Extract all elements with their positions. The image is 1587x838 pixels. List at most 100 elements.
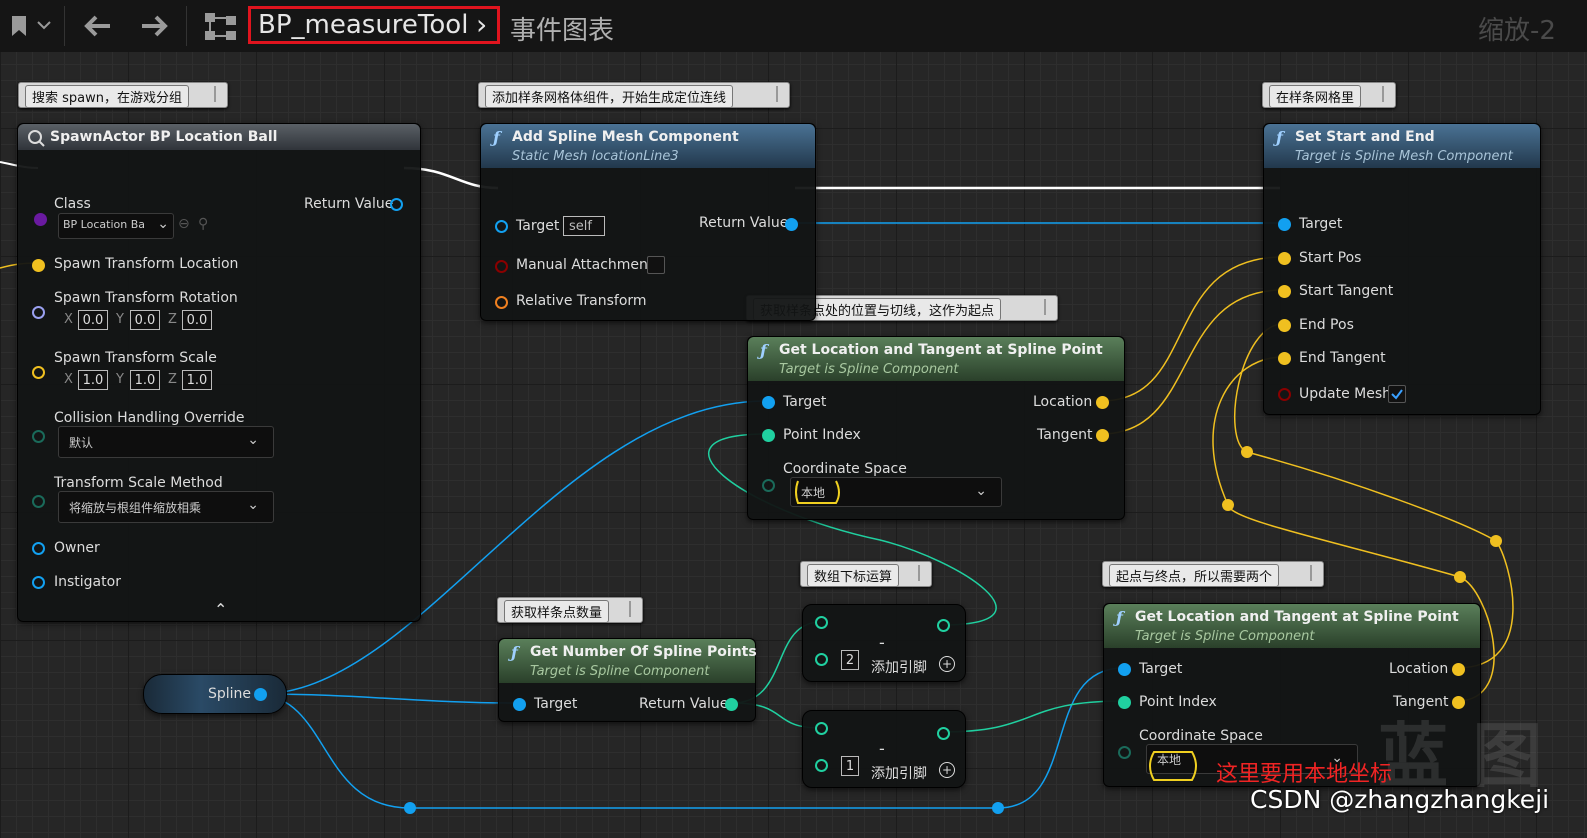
back-arrow-icon[interactable] (82, 12, 112, 40)
coord-space-pin[interactable] (762, 479, 775, 492)
add-pin-icon[interactable]: + (939, 656, 955, 672)
result-pin[interactable] (937, 727, 950, 740)
variable-label: Spline (208, 686, 252, 702)
node-title: Set Start and End (1295, 129, 1435, 145)
subtract-node-2[interactable]: - 1 添加引脚 + (802, 710, 966, 788)
get-location-tangent-node-1[interactable]: ƒ Get Location and Tangent at Spline Poi… (747, 336, 1125, 520)
update-mesh-pin[interactable] (1278, 388, 1291, 401)
spawn-scale-pin[interactable] (32, 366, 45, 379)
spline-out-pin[interactable] (254, 688, 267, 701)
bookmark-icon[interactable] (10, 14, 28, 38)
end-pos-label: End Pos (1299, 317, 1354, 333)
comment-bubble[interactable]: 搜索 spawn，在游戏分组 (18, 82, 228, 108)
rotation-y-input[interactable]: 0.0 (130, 310, 160, 330)
manual-attachment-pin[interactable] (495, 260, 508, 273)
point-index-pin[interactable] (762, 429, 775, 442)
spawn-scale-label: Spawn Transform Scale (54, 350, 217, 366)
start-tangent-pin[interactable] (1278, 285, 1291, 298)
reroute-knot[interactable] (1222, 499, 1234, 511)
collision-select[interactable]: 默认 ⌄ (58, 426, 274, 458)
manual-attachment-checkbox[interactable] (647, 256, 665, 274)
comment-bubble[interactable]: 添加样条网格体组件，开始生成定位连线 (478, 82, 790, 108)
breadcrumb-blueprint-name[interactable]: BP_measureTool (258, 10, 468, 40)
start-pos-pin[interactable] (1278, 252, 1291, 265)
add-pin-label[interactable]: 添加引脚 (871, 657, 927, 677)
coord-space-pin[interactable] (1118, 746, 1131, 759)
add-pin-label[interactable]: 添加引脚 (871, 763, 927, 783)
comment-text: 添加样条网格体组件，开始生成定位连线 (485, 85, 734, 108)
comment-bubble[interactable]: 数组下标运算 (800, 561, 932, 587)
add-pin-icon[interactable]: + (939, 762, 955, 778)
target-pin[interactable] (1118, 663, 1131, 676)
a-input-pin[interactable] (815, 616, 828, 629)
a-input-pin[interactable] (815, 722, 828, 735)
reroute-knot[interactable] (1241, 446, 1253, 458)
collision-pin[interactable] (32, 430, 45, 443)
owner-label: Owner (54, 540, 100, 556)
scale-method-select[interactable]: 将缩放与根组件缩放相乘 ⌄ (58, 491, 274, 523)
spawn-location-pin[interactable] (32, 259, 45, 272)
end-tangent-pin[interactable] (1278, 352, 1291, 365)
get-number-of-spline-points-node[interactable]: ƒ Get Number Of Spline Points Target is … (498, 638, 757, 722)
instigator-pin[interactable] (32, 576, 45, 589)
chevron-down-icon[interactable] (36, 18, 52, 32)
browse-icon[interactable]: ⊖ (178, 216, 190, 232)
reroute-knot[interactable] (992, 802, 1004, 814)
b-input-pin[interactable] (815, 653, 828, 666)
update-mesh-checkbox[interactable] (1388, 385, 1406, 403)
b-value-input[interactable]: 1 (841, 756, 859, 776)
relative-transform-pin[interactable] (495, 296, 508, 309)
owner-pin[interactable] (32, 542, 45, 555)
reroute-knot[interactable] (404, 802, 416, 814)
return-value-pin[interactable] (725, 698, 738, 711)
class-select[interactable]: BP Location Ba ⌄ (58, 213, 174, 239)
return-value-pin[interactable] (390, 198, 403, 211)
scale-method-label: Transform Scale Method (54, 475, 223, 491)
point-index-pin[interactable] (1118, 696, 1131, 709)
return-value-pin[interactable] (785, 218, 798, 231)
comment-bubble[interactable]: 获取样条点数量 (497, 597, 643, 623)
location-pin[interactable] (1452, 663, 1465, 676)
graph-hierarchy-icon[interactable] (204, 12, 238, 42)
rotation-z-input[interactable]: 0.0 (182, 310, 212, 330)
collapse-icon[interactable]: ⌃ (214, 600, 227, 619)
node-title: Add Spline Mesh Component (512, 129, 739, 145)
comment-bubble[interactable]: 起点与终点，所以需要两个 (1102, 561, 1324, 587)
node-subtitle: Target is Spline Component (779, 362, 959, 377)
target-pin[interactable] (1278, 218, 1291, 231)
point-index-label: Point Index (783, 427, 861, 443)
subtract-node-1[interactable]: - 2 添加引脚 + (802, 604, 966, 682)
b-value-input[interactable]: 2 (841, 650, 859, 670)
b-input-pin[interactable] (815, 759, 828, 772)
forward-arrow-icon[interactable] (140, 12, 170, 40)
location-pin[interactable] (1096, 396, 1109, 409)
spawn-rotation-pin[interactable] (32, 306, 45, 319)
target-pin[interactable] (762, 396, 775, 409)
reroute-knot[interactable] (1490, 535, 1502, 547)
result-pin[interactable] (937, 619, 950, 632)
set-start-end-node[interactable]: ƒ Set Start and End Target is Spline Mes… (1263, 123, 1541, 415)
target-pin[interactable] (495, 220, 508, 233)
comment-text: 数组下标运算 (807, 564, 900, 587)
class-pin[interactable] (34, 213, 47, 226)
add-spline-mesh-node[interactable]: ƒ Add Spline Mesh Component Static Mesh … (480, 123, 816, 321)
target-pin[interactable] (513, 698, 526, 711)
breadcrumb-graph-name[interactable]: 事件图表 (510, 10, 614, 47)
rotation-x-input[interactable]: 0.0 (78, 310, 108, 330)
comment-bubble[interactable]: 在样条网格里 (1262, 82, 1396, 108)
scale-y-input[interactable]: 1.0 (130, 370, 160, 390)
tangent-pin[interactable] (1096, 429, 1109, 442)
reroute-knot[interactable] (1454, 571, 1466, 583)
end-pos-pin[interactable] (1278, 319, 1291, 332)
scale-x-input[interactable]: 1.0 (78, 370, 108, 390)
spawn-actor-node[interactable]: SpawnActor BP Location Ball Class BP Loc… (17, 123, 421, 622)
collision-label: Collision Handling Override (54, 410, 245, 426)
scale-z-input[interactable]: 1.0 (182, 370, 212, 390)
target-label: Target (534, 696, 578, 712)
int-wire (941, 700, 1124, 733)
chevron-down-icon: ⌄ (157, 216, 169, 232)
target-self-input[interactable]: self (563, 216, 605, 236)
scale-method-pin[interactable] (32, 495, 45, 508)
search-icon[interactable]: ⚲ (198, 216, 208, 232)
spline-variable-node[interactable]: Spline (143, 674, 287, 714)
